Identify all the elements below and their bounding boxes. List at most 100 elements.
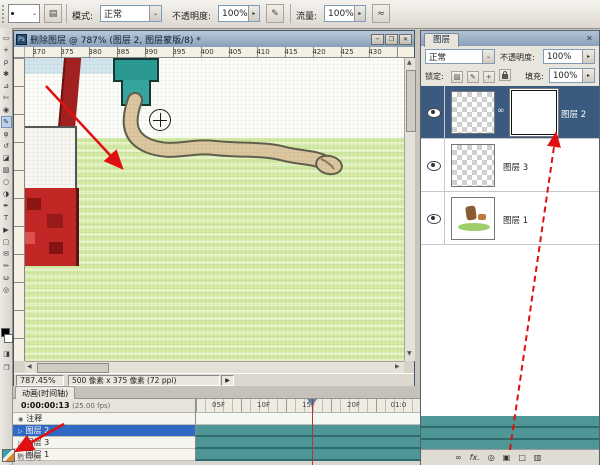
timeline-row-label[interactable]: ▷图层 2 — [13, 425, 195, 437]
timeline-tab[interactable]: 动画(时间轴) — [15, 386, 75, 400]
layer-opacity-input[interactable]: 100% ▸ — [543, 49, 595, 64]
toggle-brushes-palette-button[interactable]: ▤ — [44, 4, 62, 23]
lock-pixels-icon[interactable]: ✎ — [467, 71, 479, 83]
timeline-row-label[interactable]: ▷图层 3 — [13, 437, 195, 449]
timeline-timecode-cell[interactable]: 0:00:00:13 (25.00 fps) — [13, 399, 195, 413]
mask-link-icon[interactable]: ∞ — [497, 107, 505, 116]
eye-icon[interactable] — [427, 108, 441, 118]
flow-input[interactable]: 100% ▸ — [324, 5, 366, 22]
lock-all-icon[interactable] — [499, 69, 511, 81]
scroll-left-icon[interactable]: ◀ — [27, 364, 32, 370]
eye-icon[interactable] — [427, 214, 441, 224]
visibility-cell[interactable] — [421, 86, 445, 138]
quick-mask-icon[interactable]: ◨ — [1, 350, 12, 358]
slice-tool[interactable]: ✄ — [1, 92, 12, 104]
type-tool[interactable]: T — [1, 212, 12, 224]
history-brush-tool[interactable]: ↺ — [1, 140, 12, 152]
horizontal-scrollbar[interactable]: ◀ ▶ — [25, 361, 404, 373]
scroll-up-icon[interactable]: ▲ — [407, 60, 412, 66]
close-button[interactable]: ✕ — [399, 34, 412, 45]
toolbar-grip[interactable] — [2, 5, 7, 23]
spinner-icon[interactable]: ▸ — [248, 6, 259, 21]
layers-tab[interactable]: 图层 — [424, 33, 459, 47]
document-title-bar[interactable]: Ps 删除图层 @ 787% (图层 2, 图层蒙版/8) * ─ ❐ ✕ — [14, 31, 414, 47]
pen-tool[interactable]: ✒ — [1, 200, 12, 212]
lock-label: 锁定: — [425, 71, 444, 82]
path-select-tool[interactable]: ▶ — [1, 224, 12, 236]
new-layer-icon[interactable]: □ — [518, 454, 526, 462]
lock-transparency-icon[interactable]: ▨ — [451, 71, 463, 83]
add-layer-mask-icon[interactable]: ◎ — [488, 454, 495, 462]
link-layers-icon[interactable]: ∞ — [455, 454, 462, 462]
status-menu-button[interactable]: ▶ — [221, 375, 234, 386]
lock-position-icon[interactable]: + — [483, 71, 495, 83]
crop-tool[interactable]: ⊿ — [1, 80, 12, 92]
vertical-scrollbar[interactable]: ▲ ▼ — [404, 58, 415, 361]
ruler-number: 430 — [361, 47, 389, 57]
eyedropper-tool[interactable]: ✏ — [1, 260, 12, 272]
eye-icon[interactable] — [427, 161, 441, 171]
screen-mode-icon[interactable]: ❐ — [1, 364, 12, 372]
layer-row-layer3[interactable]: 图层 3 — [421, 139, 599, 192]
fill-input[interactable]: 100% ▸ — [549, 68, 595, 83]
chevron-down-icon[interactable]: ⌄ — [482, 50, 494, 63]
layer-name[interactable]: 图层 1 — [503, 214, 528, 226]
spinner-icon[interactable]: ▸ — [354, 6, 365, 21]
spinner-icon[interactable]: ▸ — [582, 50, 594, 63]
document-status-bar: 787.45% 500 像素 x 375 像素 (72 ppi) ▶ — [14, 373, 414, 386]
layer-mask-thumbnail[interactable] — [511, 90, 557, 135]
clone-stamp-tool[interactable]: φ — [1, 128, 12, 140]
timeline-row-label[interactable]: ◉注释 — [13, 413, 195, 425]
visibility-cell[interactable] — [421, 192, 445, 244]
gradient-tool[interactable]: ▨ — [1, 164, 12, 176]
move-tool[interactable]: + — [1, 44, 12, 56]
expand-icon[interactable]: ▷ — [18, 428, 23, 435]
expand-icon[interactable]: ▷ — [18, 440, 23, 447]
dodge-tool[interactable]: ◑ — [1, 188, 12, 200]
background-color-swatch[interactable] — [4, 334, 13, 343]
notes-tool[interactable]: ✉ — [1, 248, 12, 260]
tablet-pressure-opacity-button[interactable]: ✎ — [266, 4, 284, 23]
blend-mode-dropdown[interactable]: 正常 ⌄ — [100, 5, 162, 22]
new-group-icon[interactable]: ▣ — [503, 454, 511, 462]
layer-thumbnail[interactable] — [451, 91, 495, 134]
canvas[interactable] — [25, 58, 404, 361]
eraser-tool[interactable]: ◪ — [1, 152, 12, 164]
scroll-right-icon[interactable]: ▶ — [395, 364, 400, 370]
layer-thumbnail[interactable] — [451, 197, 495, 240]
layer-row-layer1[interactable]: 图层 1 — [421, 192, 599, 245]
opacity-input[interactable]: 100% ▸ — [218, 5, 260, 22]
layer-style-icon[interactable]: fx. — [470, 454, 480, 462]
layer-thumbnail[interactable] — [451, 144, 495, 187]
chevron-down-icon[interactable]: ⌄ — [149, 6, 161, 21]
zoom-tool[interactable]: ◎ — [1, 284, 12, 296]
vertical-scroll-thumb[interactable] — [406, 70, 416, 132]
horizontal-ruler: 370375380385390395400405410415420425430 — [25, 47, 414, 58]
airbrush-toggle-button[interactable]: ≈ — [372, 4, 390, 23]
spinner-icon[interactable]: ▸ — [582, 69, 594, 82]
blur-tool[interactable]: ○ — [1, 176, 12, 188]
zoom-level-field[interactable]: 787.45% — [16, 375, 64, 386]
rectangular-marquee-tool[interactable]: ▭ — [1, 32, 12, 44]
layer-blend-mode-dropdown[interactable]: 正常 ⌄ — [425, 49, 495, 64]
brush-tool[interactable]: ✎ — [1, 116, 12, 128]
lasso-tool[interactable]: ρ — [1, 56, 12, 68]
brush-preset-picker[interactable]: ⌄ — [8, 4, 40, 23]
shape-tool[interactable]: ▢ — [1, 236, 12, 248]
minimize-button[interactable]: ─ — [371, 34, 384, 45]
delete-layer-icon[interactable]: ▥ — [534, 454, 542, 462]
restore-button[interactable]: ❐ — [385, 34, 398, 45]
watermark-logo — [2, 449, 15, 462]
layer-name[interactable]: 图层 3 — [503, 161, 528, 173]
healing-brush-tool[interactable]: ◉ — [1, 104, 12, 116]
color-swatches[interactable] — [1, 328, 12, 344]
layer-row-layer2[interactable]: ∞ 图层 2 — [421, 86, 599, 139]
close-icon[interactable]: ✕ — [586, 34, 593, 43]
horizontal-scroll-thumb[interactable] — [37, 363, 109, 373]
hand-tool[interactable]: ω — [1, 272, 12, 284]
magic-wand-tool[interactable]: ✱ — [1, 68, 12, 80]
layer-name[interactable]: 图层 2 — [561, 108, 586, 120]
time-ruler-mark: 05F — [196, 399, 241, 412]
visibility-cell[interactable] — [421, 139, 445, 191]
scroll-down-icon[interactable]: ▼ — [407, 351, 412, 357]
